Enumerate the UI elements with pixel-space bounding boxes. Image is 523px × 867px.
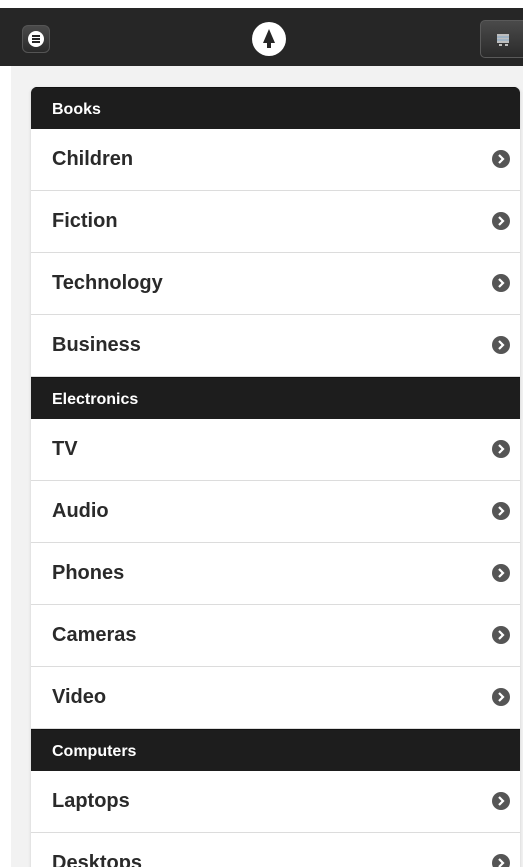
cart-icon: [497, 34, 509, 46]
chevron-right-icon: [492, 792, 510, 810]
chevron-right-icon: [492, 502, 510, 520]
list-item-fiction[interactable]: Fiction: [31, 191, 520, 253]
list-item-label: Video: [52, 686, 107, 708]
list-item-desktops[interactable]: Desktops: [31, 833, 520, 867]
list-item-label: Audio: [52, 500, 109, 522]
category-listview: Books Children Fiction Technology Busine…: [31, 87, 520, 867]
list-item-label: Fiction: [52, 210, 118, 232]
list-item-label: Laptops: [52, 790, 130, 812]
list-item-label: Technology: [52, 272, 163, 294]
tree-logo-icon[interactable]: [252, 22, 286, 56]
list-item-business[interactable]: Business: [31, 315, 520, 377]
list-item-label: TV: [52, 438, 78, 460]
chevron-right-icon: [492, 564, 510, 582]
list-item-video[interactable]: Video: [31, 667, 520, 729]
list-item-label: Phones: [52, 562, 125, 584]
left-edge: [0, 66, 11, 867]
list-item-tv[interactable]: TV: [31, 419, 520, 481]
app-window: Books Children Fiction Technology Busine…: [0, 0, 523, 867]
list-item-phones[interactable]: Phones: [31, 543, 520, 605]
list-item-cameras[interactable]: Cameras: [31, 605, 520, 667]
top-header: [0, 8, 523, 67]
list-item-audio[interactable]: Audio: [31, 481, 520, 543]
chevron-right-icon: [492, 626, 510, 644]
chevron-right-icon: [492, 854, 510, 867]
menu-button[interactable]: [22, 25, 50, 53]
list-item-label: Children: [52, 148, 134, 170]
chevron-right-icon: [492, 688, 510, 706]
chevron-right-icon: [492, 274, 510, 292]
cart-button[interactable]: [480, 20, 523, 58]
list-divider-computers: Computers: [31, 729, 520, 771]
list-item-label: Desktops: [52, 852, 143, 867]
list-item-label: Business: [52, 334, 141, 356]
list-item-label: Cameras: [52, 624, 137, 646]
main-content: Books Children Fiction Technology Busine…: [11, 66, 523, 867]
list-item-laptops[interactable]: Laptops: [31, 771, 520, 833]
chevron-right-icon: [492, 440, 510, 458]
list-item-technology[interactable]: Technology: [31, 253, 520, 315]
chevron-right-icon: [492, 150, 510, 168]
chevron-right-icon: [492, 336, 510, 354]
list-item-children[interactable]: Children: [31, 129, 520, 191]
menu-icon: [28, 31, 44, 47]
chevron-right-icon: [492, 212, 510, 230]
list-divider-books: Books: [31, 87, 520, 129]
list-divider-electronics: Electronics: [31, 377, 520, 419]
